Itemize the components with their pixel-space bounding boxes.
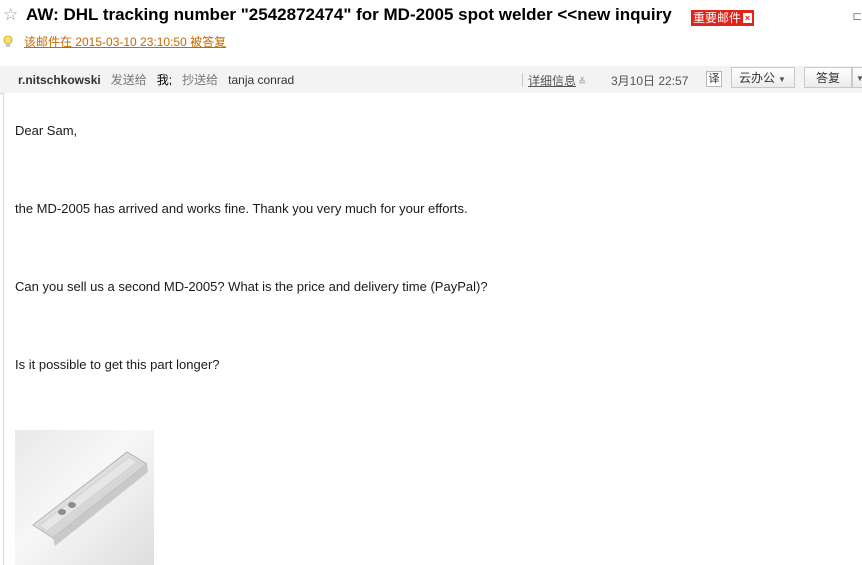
aluminum-rail-image	[32, 451, 148, 546]
email-date: 3月10日 22:57	[611, 74, 689, 88]
recipient-me[interactable]: 我;	[157, 73, 172, 87]
side-panel-icon[interactable]: ⊏	[852, 9, 862, 23]
email-meta-bar: r.nitschkowski 发送给 我; 抄送给 tanja conrad 详…	[0, 66, 862, 94]
details-label: 详细信息	[528, 74, 577, 88]
body-paragraph-3: Is it possible to get this part longer?	[15, 357, 220, 372]
divider	[522, 73, 523, 87]
reply-button[interactable]: 答复	[804, 67, 852, 88]
greeting-text: Dear Sam,	[15, 123, 78, 138]
aluminum-part-photo[interactable]	[15, 430, 154, 565]
important-badge[interactable]: 重要邮件 ×	[691, 10, 755, 26]
lightbulb-icon	[3, 35, 13, 47]
important-badge-label: 重要邮件	[693, 11, 742, 25]
body-paragraph-2: Can you sell us a second MD-2005? What i…	[15, 279, 488, 294]
email-header: ☆ AW: DHL tracking number "2542872474" f…	[0, 0, 862, 32]
cc-recipient[interactable]: tanja conrad	[228, 73, 294, 87]
badge-close-icon[interactable]: ×	[743, 13, 753, 23]
sender-name[interactable]: r.nitschkowski	[18, 73, 101, 87]
reply-more-caret-icon[interactable]: ▼	[852, 67, 862, 88]
double-chevron-down-icon: ≚	[578, 77, 587, 88]
body-paragraph-1: the MD-2005 has arrived and works fine. …	[15, 201, 468, 216]
translate-button[interactable]: 译	[706, 71, 722, 87]
cc-label: 抄送给	[182, 73, 219, 87]
reply-status-row: 该邮件在 2015-03-10 23:10:50 被答复	[0, 33, 862, 51]
star-icon[interactable]: ☆	[3, 6, 18, 23]
email-subject: AW: DHL tracking number "2542872474" for…	[26, 5, 672, 24]
recipients-line: r.nitschkowski 发送给 我; 抄送给 tanja conrad	[18, 73, 294, 87]
sent-to-label: 发送给	[110, 73, 147, 87]
reply-status-link[interactable]: 该邮件在 2015-03-10 23:10:50 被答复	[24, 34, 226, 50]
caret-down-icon: ▼	[778, 75, 786, 84]
cloud-office-label: 云办公	[739, 71, 776, 85]
details-link[interactable]: 详细信息 ≚	[528, 72, 586, 89]
cloud-office-dropdown[interactable]: 云办公 ▼	[731, 67, 795, 88]
